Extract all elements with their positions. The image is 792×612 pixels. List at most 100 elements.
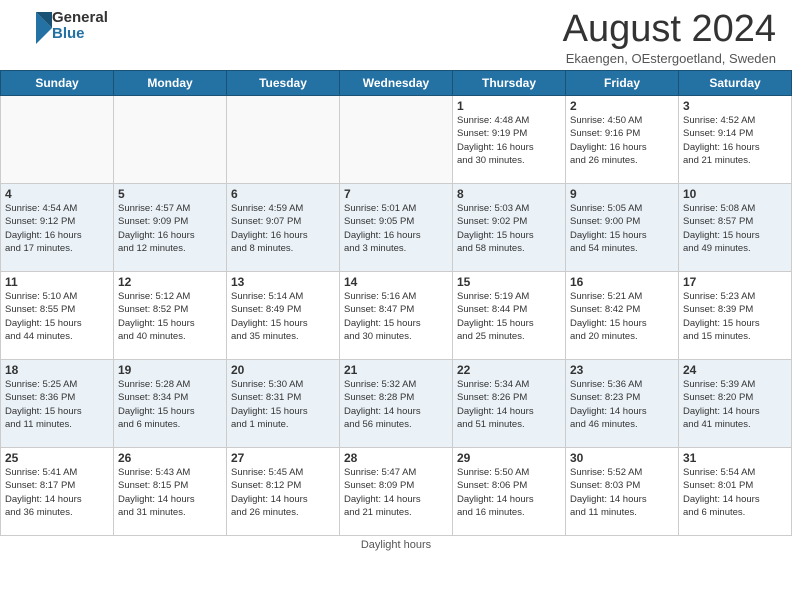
day-info: Sunrise: 5:52 AM Sunset: 8:03 PM Dayligh… bbox=[570, 466, 674, 519]
subtitle: Ekaengen, OEstergoetland, Sweden bbox=[563, 51, 776, 66]
day-info: Sunrise: 5:25 AM Sunset: 8:36 PM Dayligh… bbox=[5, 378, 109, 431]
calendar-day-17: 17Sunrise: 5:23 AM Sunset: 8:39 PM Dayli… bbox=[679, 272, 792, 360]
day-number: 24 bbox=[683, 363, 787, 377]
calendar-day-5: 5Sunrise: 4:57 AM Sunset: 9:09 PM Daylig… bbox=[114, 184, 227, 272]
day-number: 6 bbox=[231, 187, 335, 201]
calendar-header-friday: Friday bbox=[566, 71, 679, 96]
day-info: Sunrise: 5:50 AM Sunset: 8:06 PM Dayligh… bbox=[457, 466, 561, 519]
title-section: August 2024 Ekaengen, OEstergoetland, Sw… bbox=[563, 8, 776, 66]
calendar-day-27: 27Sunrise: 5:45 AM Sunset: 8:12 PM Dayli… bbox=[227, 448, 340, 536]
day-number: 15 bbox=[457, 275, 561, 289]
day-number: 1 bbox=[457, 99, 561, 113]
footer: Daylight hours bbox=[0, 536, 792, 554]
day-number: 9 bbox=[570, 187, 674, 201]
calendar-day-28: 28Sunrise: 5:47 AM Sunset: 8:09 PM Dayli… bbox=[340, 448, 453, 536]
calendar-day-29: 29Sunrise: 5:50 AM Sunset: 8:06 PM Dayli… bbox=[453, 448, 566, 536]
day-info: Sunrise: 5:41 AM Sunset: 8:17 PM Dayligh… bbox=[5, 466, 109, 519]
day-number: 7 bbox=[344, 187, 448, 201]
day-number: 22 bbox=[457, 363, 561, 377]
calendar-week-4: 18Sunrise: 5:25 AM Sunset: 8:36 PM Dayli… bbox=[1, 360, 792, 448]
day-info: Sunrise: 5:10 AM Sunset: 8:55 PM Dayligh… bbox=[5, 290, 109, 343]
calendar-day-14: 14Sunrise: 5:16 AM Sunset: 8:47 PM Dayli… bbox=[340, 272, 453, 360]
calendar-day-18: 18Sunrise: 5:25 AM Sunset: 8:36 PM Dayli… bbox=[1, 360, 114, 448]
calendar-empty-cell bbox=[340, 96, 453, 184]
calendar-header-tuesday: Tuesday bbox=[227, 71, 340, 96]
calendar-day-6: 6Sunrise: 4:59 AM Sunset: 9:07 PM Daylig… bbox=[227, 184, 340, 272]
day-info: Sunrise: 5:08 AM Sunset: 8:57 PM Dayligh… bbox=[683, 202, 787, 255]
day-number: 14 bbox=[344, 275, 448, 289]
day-number: 29 bbox=[457, 451, 561, 465]
calendar-week-2: 4Sunrise: 4:54 AM Sunset: 9:12 PM Daylig… bbox=[1, 184, 792, 272]
logo-general: General bbox=[52, 10, 108, 27]
day-number: 28 bbox=[344, 451, 448, 465]
calendar-header-sunday: Sunday bbox=[1, 71, 114, 96]
calendar-empty-cell bbox=[1, 96, 114, 184]
calendar-day-8: 8Sunrise: 5:03 AM Sunset: 9:02 PM Daylig… bbox=[453, 184, 566, 272]
day-info: Sunrise: 5:28 AM Sunset: 8:34 PM Dayligh… bbox=[118, 378, 222, 431]
calendar-day-10: 10Sunrise: 5:08 AM Sunset: 8:57 PM Dayli… bbox=[679, 184, 792, 272]
calendar-day-3: 3Sunrise: 4:52 AM Sunset: 9:14 PM Daylig… bbox=[679, 96, 792, 184]
day-number: 10 bbox=[683, 187, 787, 201]
day-number: 25 bbox=[5, 451, 109, 465]
day-info: Sunrise: 5:30 AM Sunset: 8:31 PM Dayligh… bbox=[231, 378, 335, 431]
calendar: SundayMondayTuesdayWednesdayThursdayFrid… bbox=[0, 70, 792, 536]
day-number: 8 bbox=[457, 187, 561, 201]
day-number: 13 bbox=[231, 275, 335, 289]
logo: General Blue bbox=[16, 8, 108, 44]
calendar-day-20: 20Sunrise: 5:30 AM Sunset: 8:31 PM Dayli… bbox=[227, 360, 340, 448]
day-number: 3 bbox=[683, 99, 787, 113]
calendar-day-31: 31Sunrise: 5:54 AM Sunset: 8:01 PM Dayli… bbox=[679, 448, 792, 536]
calendar-day-2: 2Sunrise: 4:50 AM Sunset: 9:16 PM Daylig… bbox=[566, 96, 679, 184]
day-number: 19 bbox=[118, 363, 222, 377]
day-info: Sunrise: 5:47 AM Sunset: 8:09 PM Dayligh… bbox=[344, 466, 448, 519]
calendar-day-30: 30Sunrise: 5:52 AM Sunset: 8:03 PM Dayli… bbox=[566, 448, 679, 536]
day-info: Sunrise: 4:52 AM Sunset: 9:14 PM Dayligh… bbox=[683, 114, 787, 167]
header: General Blue August 2024 Ekaengen, OEste… bbox=[0, 0, 792, 70]
calendar-day-24: 24Sunrise: 5:39 AM Sunset: 8:20 PM Dayli… bbox=[679, 360, 792, 448]
day-info: Sunrise: 5:36 AM Sunset: 8:23 PM Dayligh… bbox=[570, 378, 674, 431]
day-number: 23 bbox=[570, 363, 674, 377]
day-number: 21 bbox=[344, 363, 448, 377]
day-number: 27 bbox=[231, 451, 335, 465]
calendar-header-thursday: Thursday bbox=[453, 71, 566, 96]
day-info: Sunrise: 5:05 AM Sunset: 9:00 PM Dayligh… bbox=[570, 202, 674, 255]
calendar-day-16: 16Sunrise: 5:21 AM Sunset: 8:42 PM Dayli… bbox=[566, 272, 679, 360]
day-number: 16 bbox=[570, 275, 674, 289]
day-info: Sunrise: 5:21 AM Sunset: 8:42 PM Dayligh… bbox=[570, 290, 674, 343]
calendar-day-21: 21Sunrise: 5:32 AM Sunset: 8:28 PM Dayli… bbox=[340, 360, 453, 448]
day-info: Sunrise: 4:50 AM Sunset: 9:16 PM Dayligh… bbox=[570, 114, 674, 167]
logo-blue: Blue bbox=[52, 26, 108, 43]
day-info: Sunrise: 5:45 AM Sunset: 8:12 PM Dayligh… bbox=[231, 466, 335, 519]
day-info: Sunrise: 5:23 AM Sunset: 8:39 PM Dayligh… bbox=[683, 290, 787, 343]
month-title: August 2024 bbox=[563, 8, 776, 51]
calendar-day-9: 9Sunrise: 5:05 AM Sunset: 9:00 PM Daylig… bbox=[566, 184, 679, 272]
day-info: Sunrise: 4:54 AM Sunset: 9:12 PM Dayligh… bbox=[5, 202, 109, 255]
day-number: 31 bbox=[683, 451, 787, 465]
daylight-label: Daylight hours bbox=[361, 539, 431, 551]
calendar-week-3: 11Sunrise: 5:10 AM Sunset: 8:55 PM Dayli… bbox=[1, 272, 792, 360]
calendar-day-15: 15Sunrise: 5:19 AM Sunset: 8:44 PM Dayli… bbox=[453, 272, 566, 360]
day-info: Sunrise: 5:14 AM Sunset: 8:49 PM Dayligh… bbox=[231, 290, 335, 343]
calendar-empty-cell bbox=[227, 96, 340, 184]
calendar-day-13: 13Sunrise: 5:14 AM Sunset: 8:49 PM Dayli… bbox=[227, 272, 340, 360]
day-info: Sunrise: 5:39 AM Sunset: 8:20 PM Dayligh… bbox=[683, 378, 787, 431]
day-number: 26 bbox=[118, 451, 222, 465]
day-info: Sunrise: 4:57 AM Sunset: 9:09 PM Dayligh… bbox=[118, 202, 222, 255]
calendar-day-11: 11Sunrise: 5:10 AM Sunset: 8:55 PM Dayli… bbox=[1, 272, 114, 360]
day-info: Sunrise: 5:34 AM Sunset: 8:26 PM Dayligh… bbox=[457, 378, 561, 431]
day-number: 11 bbox=[5, 275, 109, 289]
day-number: 30 bbox=[570, 451, 674, 465]
calendar-header-row: SundayMondayTuesdayWednesdayThursdayFrid… bbox=[1, 71, 792, 96]
calendar-day-7: 7Sunrise: 5:01 AM Sunset: 9:05 PM Daylig… bbox=[340, 184, 453, 272]
calendar-empty-cell bbox=[114, 96, 227, 184]
calendar-header-saturday: Saturday bbox=[679, 71, 792, 96]
calendar-day-25: 25Sunrise: 5:41 AM Sunset: 8:17 PM Dayli… bbox=[1, 448, 114, 536]
calendar-day-22: 22Sunrise: 5:34 AM Sunset: 8:26 PM Dayli… bbox=[453, 360, 566, 448]
day-number: 20 bbox=[231, 363, 335, 377]
day-number: 4 bbox=[5, 187, 109, 201]
day-number: 5 bbox=[118, 187, 222, 201]
day-info: Sunrise: 5:12 AM Sunset: 8:52 PM Dayligh… bbox=[118, 290, 222, 343]
day-info: Sunrise: 4:59 AM Sunset: 9:07 PM Dayligh… bbox=[231, 202, 335, 255]
calendar-day-23: 23Sunrise: 5:36 AM Sunset: 8:23 PM Dayli… bbox=[566, 360, 679, 448]
calendar-header-monday: Monday bbox=[114, 71, 227, 96]
